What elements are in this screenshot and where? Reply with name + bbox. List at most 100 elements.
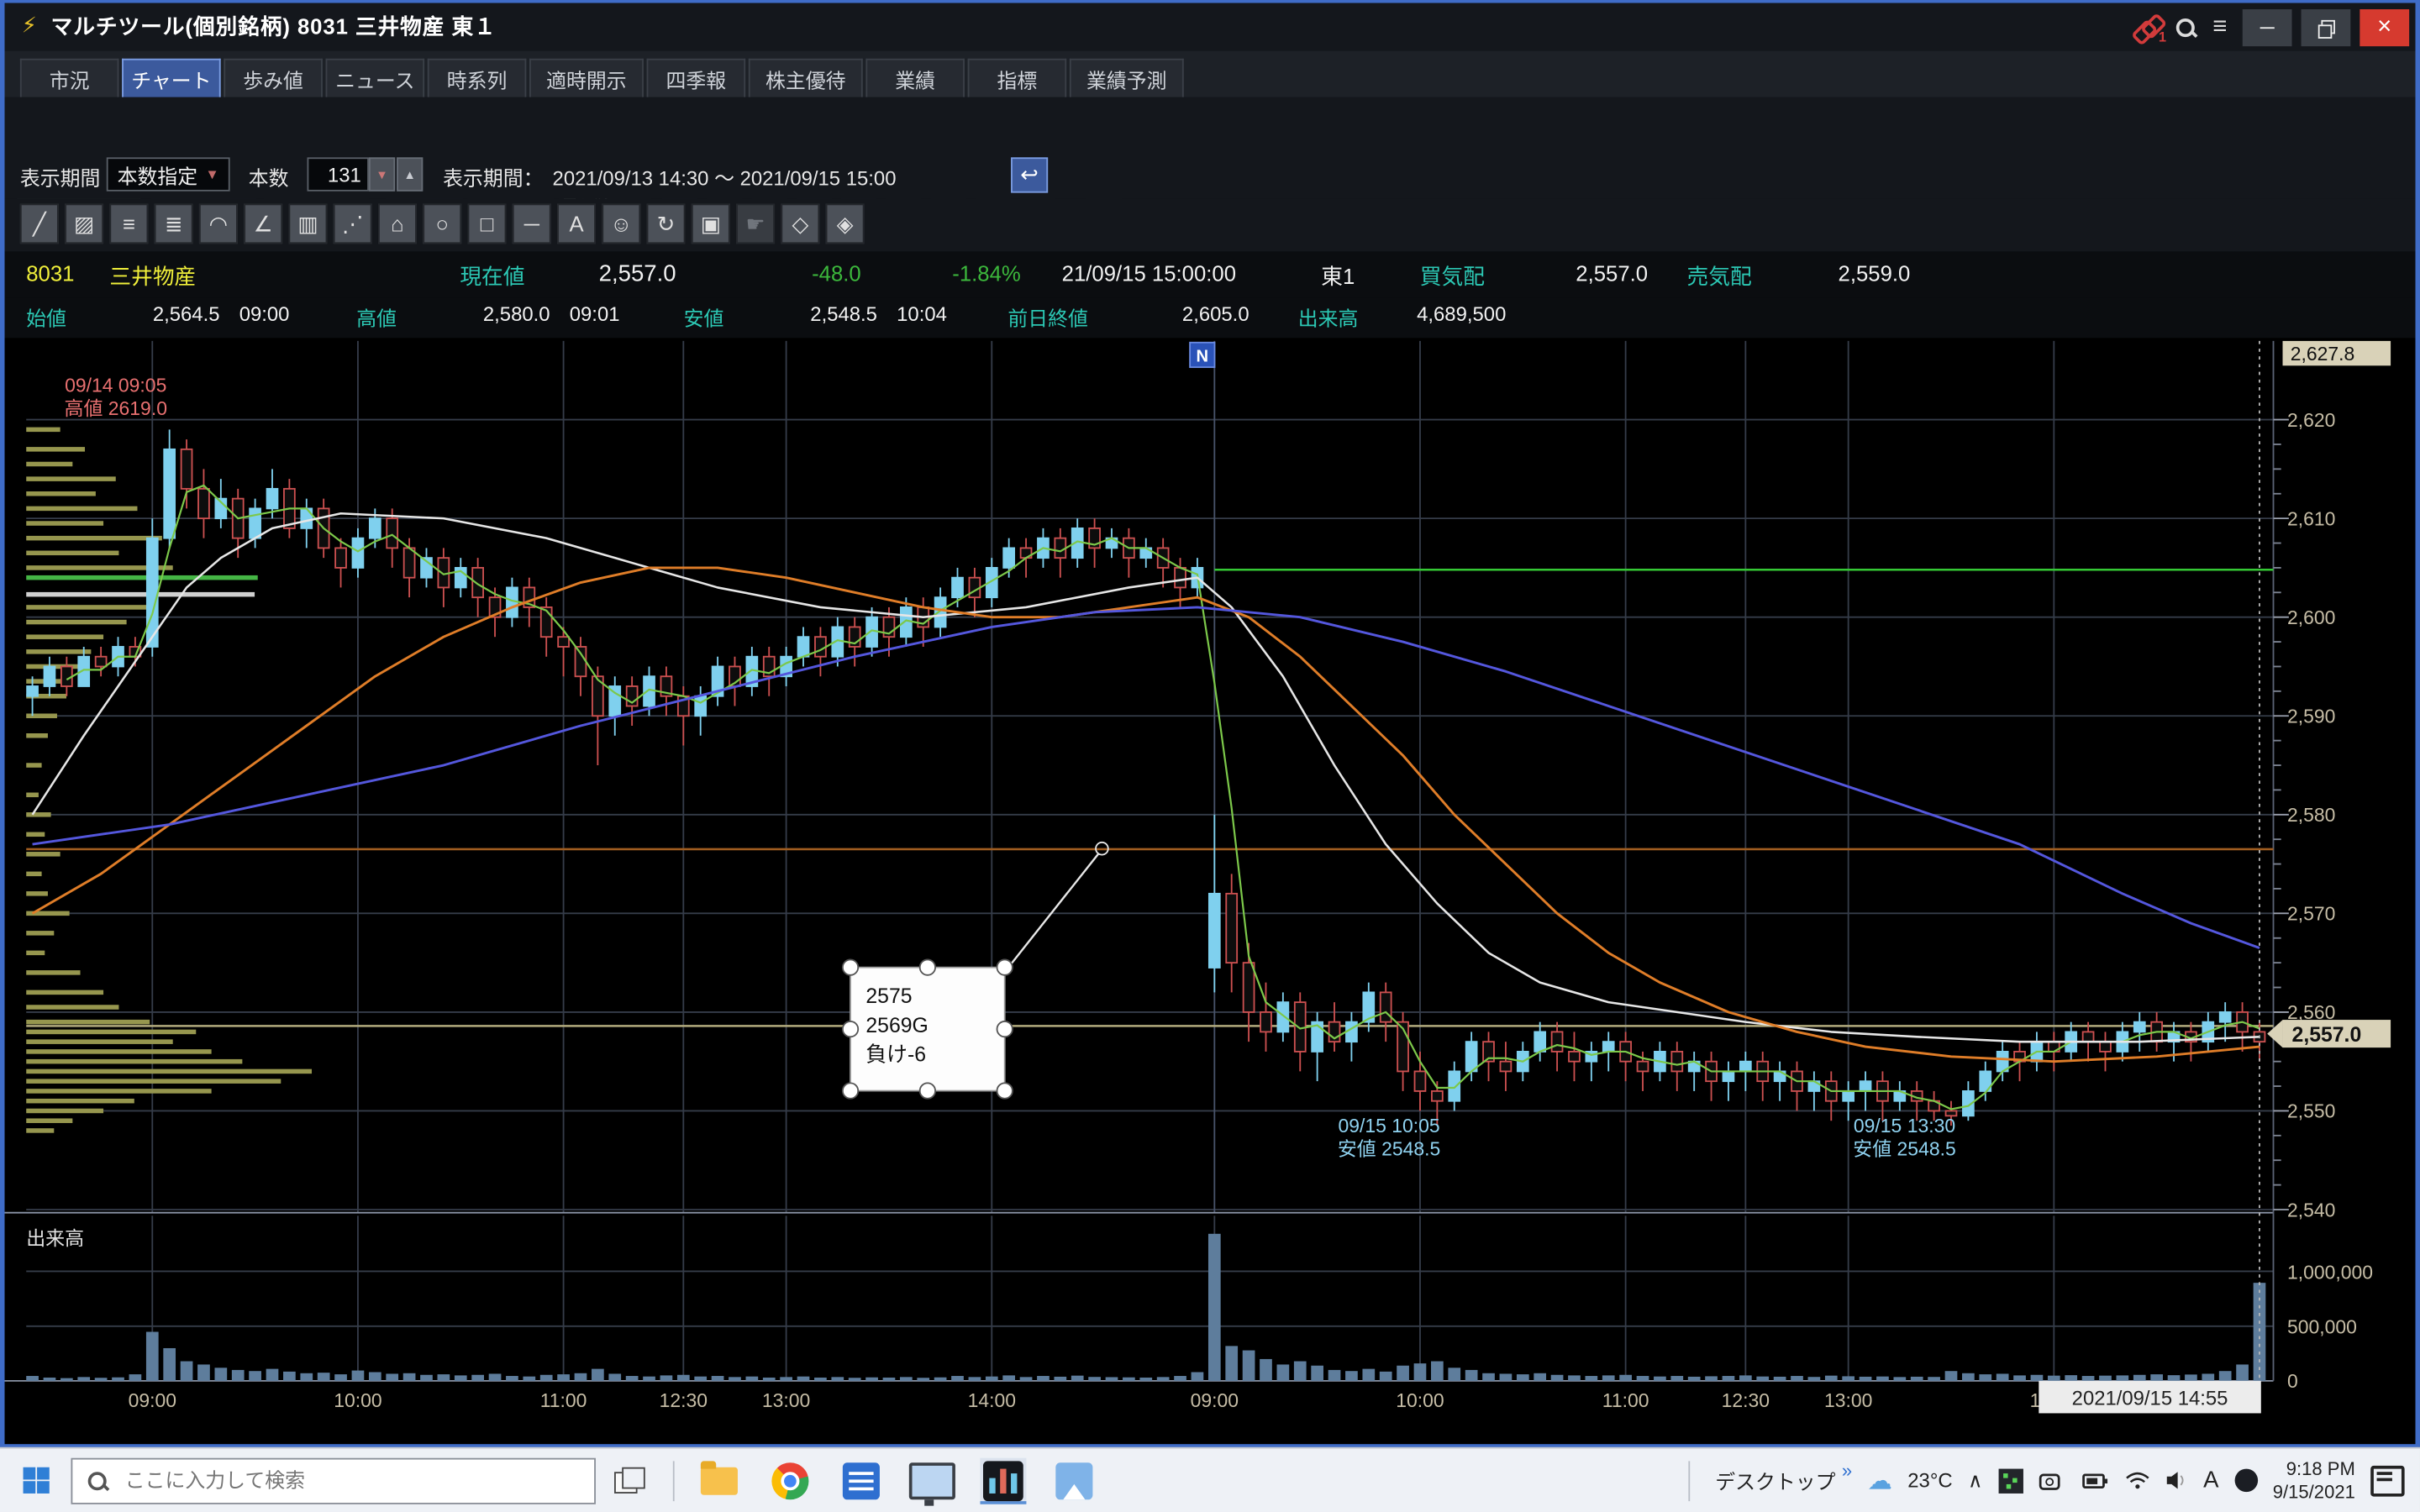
svg-text:2569G: 2569G: [865, 1015, 928, 1037]
taskbar-app-document[interactable]: [838, 1457, 884, 1504]
selection-handle[interactable]: [843, 959, 858, 974]
taskbar-app-chrome[interactable]: [767, 1457, 813, 1504]
pentagon-icon[interactable]: ⌂: [378, 203, 417, 244]
y-axis-label: 2,610: [2287, 507, 2335, 529]
weather-icon[interactable]: ☁: [1868, 1465, 1892, 1496]
grid-lines-icon[interactable]: ≣: [155, 203, 193, 244]
svg-text:2,557.0: 2,557.0: [2292, 1024, 2362, 1047]
angle-lines-icon[interactable]: ⋰: [334, 203, 372, 244]
tab-2[interactable]: チャート: [122, 59, 221, 97]
hand-icon[interactable]: ☛: [736, 203, 775, 244]
wifi-icon[interactable]: [2124, 1470, 2149, 1490]
selection-handle[interactable]: [843, 1083, 858, 1098]
tab-5[interactable]: 時系列: [428, 59, 527, 97]
ma-blue: [33, 607, 2260, 948]
task-view-icon[interactable]: [614, 1467, 645, 1494]
ime-lang-icon[interactable]: [2234, 1469, 2258, 1493]
high-time: 09:01: [570, 302, 620, 326]
range-value: 2021/09/13 14:30 ～ 2021/09/15 15:00: [553, 162, 897, 192]
selection-handle[interactable]: [843, 1021, 858, 1037]
ask-price: 2,559.0: [1839, 260, 1911, 285]
note-box[interactable]: 25752569G負け-6: [843, 959, 1013, 1098]
start-button[interactable]: [0, 1449, 71, 1512]
text-icon[interactable]: A: [557, 203, 596, 244]
taskbar-app-trading[interactable]: [980, 1457, 1026, 1504]
tab-8[interactable]: 株主優待: [749, 59, 863, 97]
selection-handle[interactable]: [997, 1021, 1013, 1037]
screen: ⚡ マルチツール(個別銘柄) 8031 三井物産 東１ 1 ≡ ─ × 市況チャ…: [0, 0, 2420, 1512]
selection-handle[interactable]: [997, 1083, 1013, 1098]
emoji-icon[interactable]: ☺: [602, 203, 640, 244]
search-icon[interactable]: [2172, 14, 2196, 39]
taskbar-search[interactable]: [71, 1457, 595, 1504]
ellipse-icon[interactable]: ○: [423, 203, 461, 244]
count-mode-select[interactable]: 本数指定▼: [107, 157, 230, 191]
tray-app-icon[interactable]: [1998, 1468, 2023, 1493]
tab-9[interactable]: 業績: [865, 59, 965, 97]
ime-mode-icon[interactable]: A: [2203, 1467, 2218, 1494]
undo-period-button[interactable]: ↩: [1011, 157, 1048, 192]
tab-6[interactable]: 適時開示: [529, 59, 644, 97]
svg-text:N: N: [1197, 348, 1209, 366]
camera-icon[interactable]: [2039, 1469, 2066, 1491]
parallel-lines-icon[interactable]: ▨: [65, 203, 103, 244]
tab-11[interactable]: 業績予測: [1070, 59, 1184, 97]
horizontal-lines-icon[interactable]: ≡: [109, 203, 148, 244]
y-axis-label: 2,620: [2287, 409, 2335, 431]
taskbar-clock[interactable]: 9:18 PM 9/15/2021: [2273, 1457, 2355, 1504]
selection-handle[interactable]: [920, 1083, 935, 1098]
pin-icon: ⚡: [22, 13, 37, 39]
taskbar-app-display[interactable]: [909, 1457, 955, 1504]
trendline-icon[interactable]: ╱: [20, 203, 59, 244]
title-bar[interactable]: ⚡ マルチツール(個別銘柄) 8031 三井物産 東１ 1 ≡ ─ ×: [5, 3, 2416, 51]
ma-white: [33, 513, 2260, 1042]
y-axis-label: 2,550: [2287, 1100, 2335, 1122]
copy-icon[interactable]: ▣: [692, 203, 730, 244]
eraser-all-icon[interactable]: ◈: [826, 203, 865, 244]
windows-logo-icon: [23, 1467, 49, 1494]
battery-icon[interactable]: [2081, 1471, 2109, 1489]
tab-4[interactable]: ニュース: [326, 59, 425, 97]
time-marker-icon[interactable]: ↻: [647, 203, 686, 244]
folder-icon: [701, 1467, 738, 1494]
open-price: 2,564.5: [153, 302, 220, 326]
fibonacci-arc-icon[interactable]: ◠: [199, 203, 238, 244]
minimize-button[interactable]: ─: [2243, 8, 2292, 45]
link-icon[interactable]: 1: [2133, 14, 2164, 39]
vertical-lines-icon[interactable]: ▥: [288, 203, 327, 244]
search-input[interactable]: [122, 1467, 514, 1494]
close-button[interactable]: ×: [2360, 8, 2409, 45]
stock-name: 三井物産: [109, 260, 196, 291]
monitor-icon: [909, 1462, 955, 1499]
x-axis-label: 09:00: [129, 1389, 176, 1411]
selection-handle[interactable]: [997, 959, 1013, 974]
x-axis-label: 14:00: [968, 1389, 1016, 1411]
hidden-icons-chevron[interactable]: ∧: [1968, 1468, 1982, 1493]
eraser-icon[interactable]: ◇: [781, 203, 819, 244]
notification-center-icon[interactable]: [2370, 1465, 2404, 1496]
svg-text:2575: 2575: [865, 985, 912, 1008]
count-up-button[interactable]: ▲: [397, 157, 423, 191]
y-axis-label: 2,590: [2287, 706, 2335, 727]
fan-lines-icon[interactable]: ∠: [244, 203, 282, 244]
count-input[interactable]: 131: [308, 157, 369, 191]
rectangle-icon[interactable]: □: [468, 203, 507, 244]
restore-button[interactable]: [2302, 8, 2351, 45]
horizontal-line-icon[interactable]: ─: [513, 203, 551, 244]
tab-10[interactable]: 指標: [968, 59, 1067, 97]
tab-3[interactable]: 歩み値: [224, 59, 323, 97]
speaker-icon[interactable]: [2165, 1470, 2188, 1490]
prev-close-label: 前日終値: [1007, 302, 1088, 332]
taskbar-app-explorer[interactable]: [696, 1457, 742, 1504]
document-icon: [843, 1462, 880, 1499]
tab-1[interactable]: 市況: [20, 59, 119, 97]
price-change: -48.0: [812, 260, 861, 285]
taskbar-app-photos[interactable]: [1051, 1457, 1097, 1504]
desktop-toolbar[interactable]: デスクトップ »: [1715, 1466, 1852, 1495]
count-down-button[interactable]: ▼: [369, 157, 395, 191]
tab-7[interactable]: 四季報: [647, 59, 746, 97]
price-chart[interactable]: N09/14 09:05高値 2619.009/15 10:05安値 2548.…: [5, 338, 2416, 1444]
selection-handle[interactable]: [920, 959, 935, 974]
menu-icon[interactable]: ≡: [2212, 13, 2227, 41]
temperature[interactable]: 23°C: [1907, 1469, 1952, 1493]
